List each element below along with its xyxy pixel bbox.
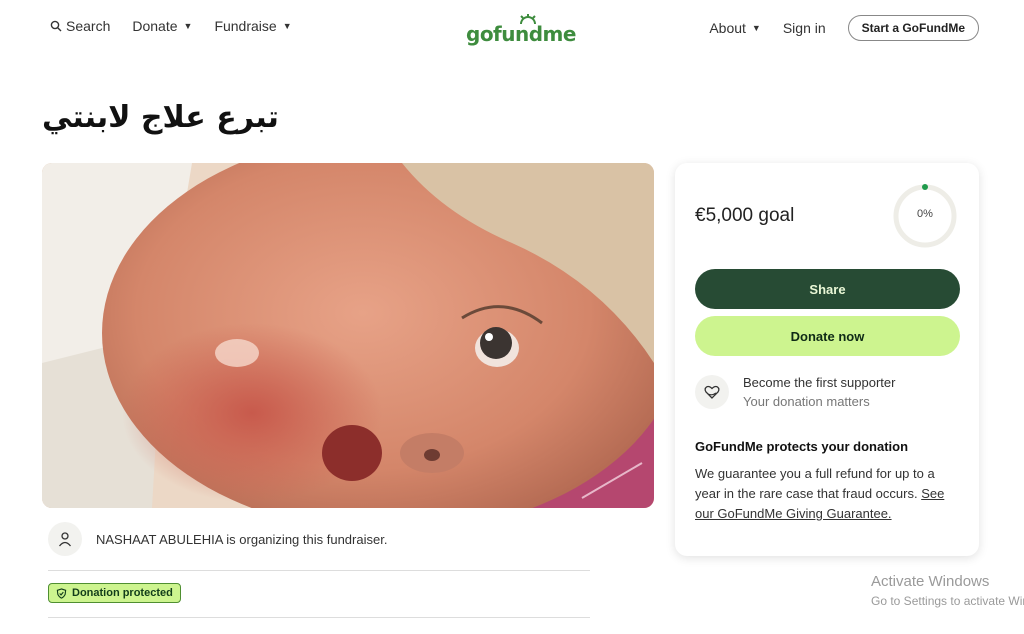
protection-title: GoFundMe protects your donation: [695, 439, 909, 454]
start-gofundme-button[interactable]: Start a GoFundMe: [847, 15, 979, 41]
donate-menu[interactable]: Donate ▼: [132, 18, 192, 34]
share-button[interactable]: Share: [695, 269, 960, 309]
top-nav: Search Donate ▼ Fundraise ▼ gofundme Abo…: [0, 0, 1024, 56]
divider: [48, 617, 590, 618]
protection-body: We guarantee you a full refund for up to…: [695, 466, 935, 501]
activate-windows-subtitle: Go to Settings to activate Windows.: [871, 594, 1024, 608]
donation-protected-badge[interactable]: Donation protected: [48, 583, 181, 603]
protection-text: We guarantee you a full refund for up to…: [695, 464, 963, 524]
user-icon: [58, 532, 72, 547]
logo-text: gofundme: [466, 22, 576, 46]
donate-menu-label: Donate: [132, 18, 178, 34]
donate-now-button[interactable]: Donate now: [695, 316, 960, 356]
chevron-down-icon: ▼: [751, 23, 761, 33]
fundraise-menu[interactable]: Fundraise ▼: [214, 18, 291, 34]
gofundme-logo[interactable]: gofundme: [466, 14, 576, 46]
search-label: Search: [66, 18, 111, 34]
supporter-sub-text: Your donation matters: [743, 394, 870, 409]
campaign-title: تبرع علاج لابنتي: [42, 100, 279, 135]
organizer-text: NASHAAT ABULEHIA is organizing this fund…: [96, 531, 388, 547]
chevron-down-icon: ▼: [282, 21, 292, 31]
search-button[interactable]: Search: [50, 18, 110, 34]
organizer-row: NASHAAT ABULEHIA is organizing this fund…: [48, 522, 387, 556]
about-menu-label: About: [709, 20, 746, 36]
campaign-hero-image[interactable]: [42, 163, 654, 508]
nav-right: About ▼ Sign in Start a GoFundMe: [709, 15, 979, 41]
search-icon: [50, 20, 62, 32]
heart-hand-icon: [695, 375, 729, 409]
supporter-main-text: Become the first supporter: [743, 375, 896, 390]
activate-windows-title: Activate Windows: [871, 573, 990, 590]
goal-amount: €5,000 goal: [695, 205, 795, 226]
progress-percent: 0%: [917, 208, 933, 220]
divider: [48, 570, 590, 571]
donation-card: €5,000 goal 0% Share Donate now Become t…: [675, 163, 979, 556]
hero-photo: [42, 163, 654, 508]
badge-label: Donation protected: [72, 587, 173, 599]
shield-icon: [56, 587, 67, 599]
first-supporter-row: Become the first supporter Your donation…: [695, 375, 895, 409]
fundraise-menu-label: Fundraise: [214, 18, 277, 34]
chevron-down-icon: ▼: [183, 21, 193, 31]
avatar: [48, 522, 82, 556]
about-menu[interactable]: About ▼: [709, 20, 761, 36]
progress-ring: 0%: [891, 182, 959, 250]
nav-left: Search Donate ▼ Fundraise ▼: [50, 18, 292, 34]
sign-in-link[interactable]: Sign in: [783, 20, 826, 36]
